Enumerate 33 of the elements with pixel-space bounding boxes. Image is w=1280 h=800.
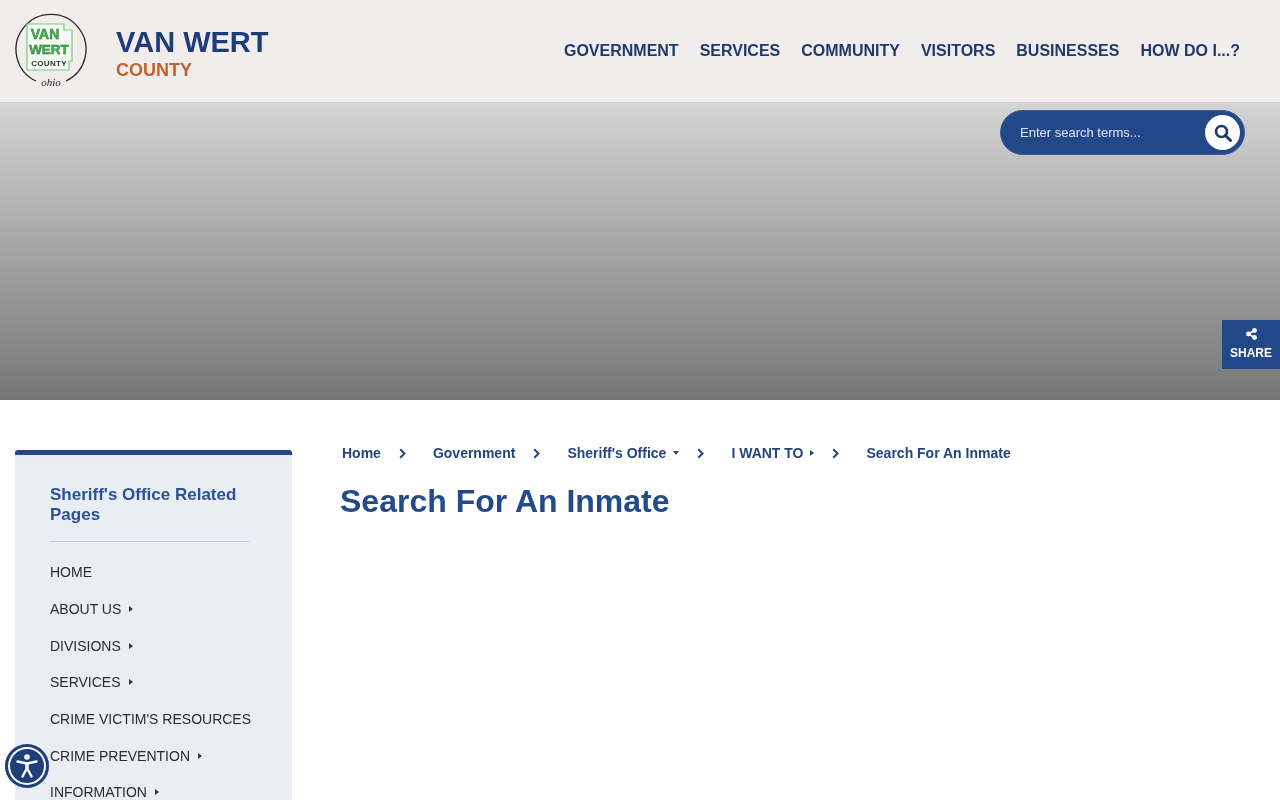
nav-link[interactable]: SERVICES [699,39,781,63]
sidebar-link[interactable]: SERVICES [50,672,133,693]
breadcrumb-link[interactable]: Sheriff's Office [567,444,680,462]
breadcrumb-link[interactable]: Home [342,444,381,462]
nav-link[interactable]: BUSINESSES [1016,39,1120,63]
county-logo[interactable]: VAN WERT COUNTY ohio [14,13,88,89]
site-subtitle: COUNTY [116,60,193,79]
breadcrumb-current: Search For An Inmate [866,444,1011,462]
sidebar-link[interactable]: CRIME VICTIM'S RESOURCES [50,709,252,730]
accessibility-button[interactable] [5,744,49,788]
sidebar-title: Sheriff's Office Related Pages [50,485,238,524]
sidebar-link[interactable]: ABOUT US [50,599,134,620]
search-field[interactable]: Enter search terms... [1000,110,1245,155]
page-title: Search For An Inmate [340,482,671,521]
sidebar-link[interactable]: INFORMATION [50,782,159,800]
chevron-icon [697,447,705,459]
chevron-icon [533,447,541,459]
share-icon [1245,327,1257,340]
breadcrumb-link[interactable]: Government [432,444,516,462]
nav-link[interactable]: GOVERNMENT [563,39,679,63]
sidebar-link[interactable]: HOME [50,562,92,583]
chevron-icon [832,447,840,459]
sidebar-link[interactable]: DIVISIONS [50,635,133,656]
breadcrumb-link[interactable]: I WANT TO [731,444,815,462]
nav-link[interactable]: COMMUNITY [801,39,900,63]
chevron-icon [398,447,406,459]
nav-link[interactable]: VISITORS [920,39,996,63]
nav-link[interactable]: HOW DO I...? [1140,39,1240,63]
site-title[interactable]: VAN WERT [116,27,269,57]
share-button[interactable]: SHARE [1222,320,1280,369]
sidebar-link[interactable]: CRIME PREVENTION [50,745,202,766]
search-icon [1213,123,1232,142]
person-icon [16,754,38,778]
